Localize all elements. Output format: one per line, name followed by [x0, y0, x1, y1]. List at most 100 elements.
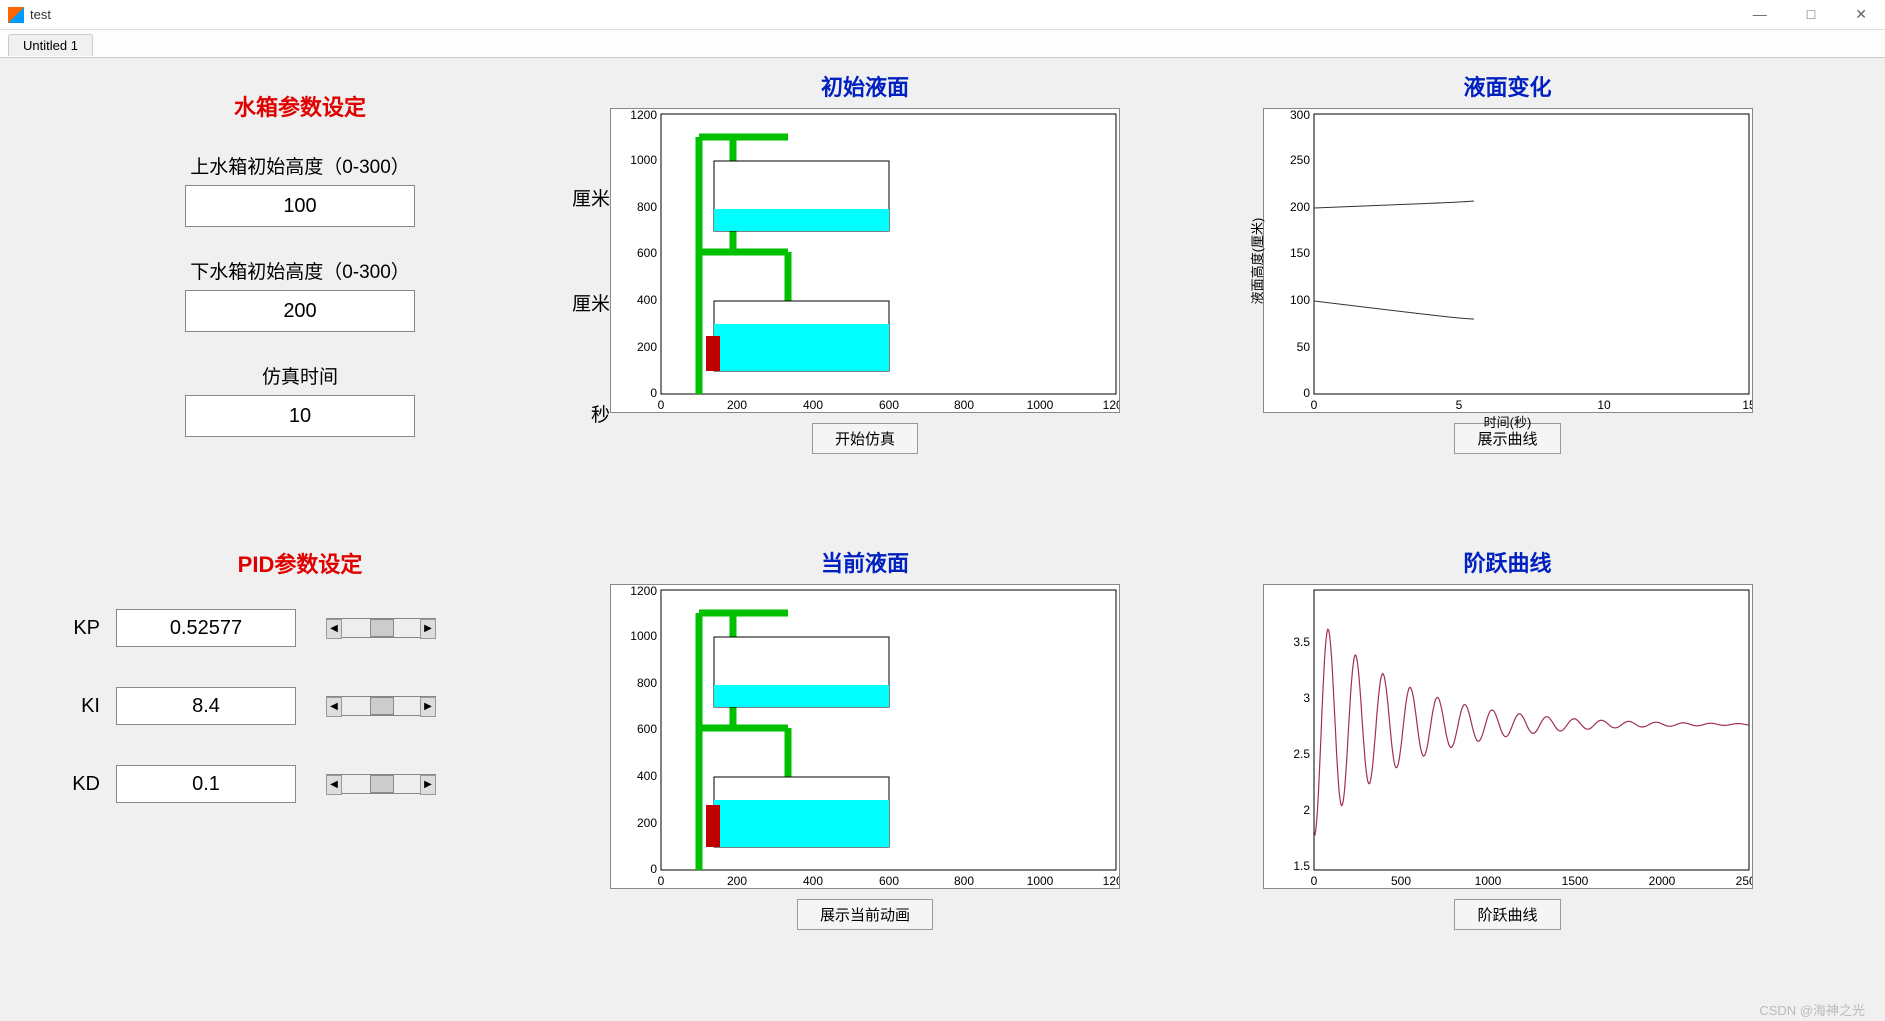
- kd-slider[interactable]: [326, 774, 436, 794]
- sim-time-unit: 秒: [591, 400, 610, 427]
- svg-text:0: 0: [1303, 386, 1310, 400]
- plot-level-change: 液面变化 050100 150200250300 051015 液面高度(厘米)…: [1150, 70, 1865, 536]
- plot-current-level: 当前液面 0 200 400 600 800 1000 1200 0 200 400 600 8…: [600, 546, 1130, 1012]
- plot-initial-level: 初始液面 0 200 400 600 800 1000 1200 0 200 400 600 8…: [600, 70, 1130, 536]
- lower-height-label: 下水箱初始高度（0-300）: [190, 257, 410, 284]
- sim-time-input[interactable]: [185, 395, 415, 437]
- svg-text:1000: 1000: [1474, 874, 1501, 888]
- kp-thumb[interactable]: [370, 619, 394, 637]
- kd-input[interactable]: [116, 765, 296, 803]
- ki-label: KI: [50, 695, 100, 718]
- xlabel-change: 时间(秒): [1484, 412, 1532, 431]
- svg-text:600: 600: [637, 722, 657, 736]
- param-panel-title: 水箱参数设定: [50, 90, 550, 122]
- upper-height-group: 上水箱初始高度（0-300） 厘米: [50, 152, 550, 227]
- ki-input[interactable]: [116, 687, 296, 725]
- svg-text:10: 10: [1597, 398, 1611, 412]
- svg-text:1000: 1000: [630, 629, 657, 643]
- svg-text:150: 150: [1289, 246, 1309, 260]
- show-anim-button[interactable]: 展示当前动画: [797, 899, 933, 930]
- svg-text:400: 400: [803, 874, 823, 888]
- svg-text:300: 300: [1289, 108, 1309, 122]
- kd-label: KD: [50, 773, 100, 796]
- svg-text:1000: 1000: [1027, 874, 1054, 888]
- svg-text:0: 0: [1310, 874, 1317, 888]
- maximize-button[interactable]: □: [1797, 6, 1825, 23]
- step-curve-button[interactable]: 阶跃曲线: [1454, 899, 1560, 930]
- sim-time-label: 仿真时间: [262, 362, 338, 389]
- svg-text:1200: 1200: [630, 584, 657, 598]
- svg-text:200: 200: [637, 340, 657, 354]
- start-sim-button[interactable]: 开始仿真: [812, 423, 918, 454]
- ki-slider[interactable]: [326, 696, 436, 716]
- svg-text:600: 600: [879, 874, 899, 888]
- svg-text:1000: 1000: [630, 153, 657, 167]
- svg-text:0: 0: [658, 398, 665, 412]
- svg-text:0: 0: [650, 386, 657, 400]
- lower-height-unit: 厘米: [572, 289, 610, 316]
- axes-current-level: 0 200 400 600 800 1000 1200 0 200 400 600 800 100…: [610, 584, 1120, 889]
- lower-height-group: 下水箱初始高度（0-300） 厘米: [50, 257, 550, 332]
- kp-label: KP: [50, 617, 100, 640]
- ylabel-change: 液面高度(厘米): [1246, 217, 1265, 304]
- svg-text:800: 800: [637, 676, 657, 690]
- svg-text:800: 800: [637, 200, 657, 214]
- matlab-icon: [8, 7, 24, 23]
- plot-title-change: 液面变化: [1463, 70, 1551, 102]
- upper-height-unit: 厘米: [572, 184, 610, 211]
- svg-text:600: 600: [637, 246, 657, 260]
- svg-text:1500: 1500: [1561, 874, 1588, 888]
- watermark: CSDN @海神之光: [1759, 1000, 1865, 1019]
- svg-text:50: 50: [1296, 340, 1310, 354]
- svg-text:800: 800: [954, 874, 974, 888]
- svg-text:2000: 2000: [1648, 874, 1675, 888]
- svg-text:800: 800: [954, 398, 974, 412]
- svg-text:1000: 1000: [1027, 398, 1054, 412]
- axes-step-response: 1.522.5 33.5 05001000 150020002500: [1263, 584, 1753, 889]
- tab-bar: Untitled 1: [0, 30, 1885, 58]
- upper-height-input[interactable]: [185, 185, 415, 227]
- axes-initial-level: 0 200 400 600 800 1000 1200 0 200 400 600 800 100…: [610, 108, 1120, 413]
- window-controls: — □ ✕: [1743, 6, 1877, 23]
- svg-text:1200: 1200: [630, 108, 657, 122]
- svg-text:400: 400: [637, 293, 657, 307]
- svg-text:0: 0: [650, 862, 657, 876]
- svg-text:500: 500: [1390, 874, 1410, 888]
- close-button[interactable]: ✕: [1845, 6, 1877, 23]
- sim-time-group: 仿真时间 秒: [50, 362, 550, 437]
- kp-slider[interactable]: [326, 618, 436, 638]
- axes-level-change: 050100 150200250300 051015: [1263, 108, 1753, 413]
- upper-height-label: 上水箱初始高度（0-300）: [190, 152, 410, 179]
- tab-untitled[interactable]: Untitled 1: [8, 34, 93, 56]
- svg-text:1200: 1200: [1103, 398, 1120, 412]
- pid-panel-title: PID参数设定: [50, 547, 550, 579]
- window-title: test: [30, 7, 51, 22]
- svg-text:2500: 2500: [1735, 874, 1752, 888]
- svg-text:400: 400: [803, 398, 823, 412]
- minimize-button[interactable]: —: [1743, 6, 1777, 23]
- svg-text:200: 200: [727, 398, 747, 412]
- svg-text:400: 400: [637, 769, 657, 783]
- svg-text:2: 2: [1303, 803, 1310, 817]
- svg-text:3.5: 3.5: [1293, 635, 1310, 649]
- kd-thumb[interactable]: [370, 775, 394, 793]
- svg-text:200: 200: [637, 816, 657, 830]
- plot-title-initial: 初始液面: [821, 70, 909, 102]
- workspace: 初始液面 0200400 60080010001200 0200400 6008…: [0, 60, 1885, 1021]
- plot-title-step: 阶跃曲线: [1463, 546, 1551, 578]
- svg-text:100: 100: [1289, 293, 1309, 307]
- plot-title-current: 当前液面: [821, 546, 909, 578]
- lower-height-input[interactable]: [185, 290, 415, 332]
- svg-text:3: 3: [1303, 691, 1310, 705]
- svg-text:5: 5: [1455, 398, 1462, 412]
- plot-step-response: 阶跃曲线 1.522.5 33.5 05001000 150020002500 …: [1150, 546, 1865, 1012]
- svg-text:0: 0: [1310, 398, 1317, 412]
- svg-text:250: 250: [1289, 153, 1309, 167]
- svg-text:600: 600: [879, 398, 899, 412]
- ki-thumb[interactable]: [370, 697, 394, 715]
- svg-text:0: 0: [658, 874, 665, 888]
- parameter-panel: 水箱参数设定 上水箱初始高度（0-300） 厘米 下水箱初始高度（0-300） …: [20, 70, 580, 1011]
- kp-input[interactable]: [116, 609, 296, 647]
- kp-row: KP: [50, 609, 550, 647]
- svg-text:200: 200: [727, 874, 747, 888]
